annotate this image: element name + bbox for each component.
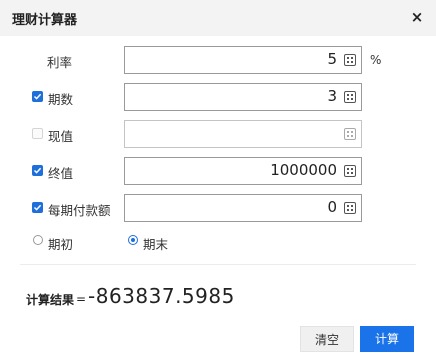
calculator-icon[interactable]	[344, 202, 356, 214]
periods-checkbox[interactable]	[32, 91, 43, 102]
close-icon[interactable]: ×	[410, 10, 424, 25]
calculate-button[interactable]: 计算	[360, 326, 414, 352]
calculator-icon[interactable]	[344, 54, 356, 66]
present-value-checkbox[interactable]	[32, 128, 43, 139]
future-value-row: 终值 1000000	[0, 157, 436, 185]
divider	[20, 264, 416, 265]
result-label: 计算结果	[26, 293, 75, 307]
calculator-icon[interactable]	[344, 128, 356, 140]
periods-input[interactable]: 3	[124, 83, 362, 111]
radio-period-start[interactable]	[33, 235, 43, 245]
payment-input[interactable]: 0	[124, 194, 362, 222]
present-value-row: 现值	[0, 120, 436, 148]
payment-label: 每期付款额	[48, 203, 111, 218]
calculator-icon[interactable]	[344, 91, 356, 103]
rate-input[interactable]: 5	[124, 46, 362, 74]
radio-period-end[interactable]	[128, 235, 138, 245]
future-value-input[interactable]: 1000000	[124, 157, 362, 185]
radio-period-end-label: 期末	[143, 237, 169, 252]
dialog-title: 理财计算器	[12, 13, 78, 28]
dialog-titlebar: 理财计算器 ×	[0, 0, 436, 36]
periods-label: 期数	[48, 92, 74, 107]
result-value: -863837.5985	[88, 284, 235, 308]
calculator-icon[interactable]	[344, 165, 356, 177]
timing-row: 期初 期末	[0, 228, 436, 256]
future-value-value: 1000000	[270, 161, 337, 179]
rate-label: 利率	[47, 55, 73, 70]
rate-row: 利率 5 %	[0, 46, 436, 74]
present-value-input[interactable]	[124, 120, 362, 148]
payment-checkbox[interactable]	[32, 202, 43, 213]
clear-button[interactable]: 清空	[300, 326, 354, 352]
present-value-label: 现值	[48, 129, 74, 144]
radio-period-start-label: 期初	[48, 237, 74, 252]
rate-value: 5	[327, 50, 337, 68]
future-value-label: 终值	[48, 166, 74, 181]
result-equals: =	[76, 292, 87, 306]
payment-value: 0	[327, 198, 337, 216]
payment-row: 每期付款额 0	[0, 194, 436, 222]
periods-row: 期数 3	[0, 83, 436, 111]
future-value-checkbox[interactable]	[32, 165, 43, 176]
rate-unit: %	[370, 53, 382, 67]
periods-value: 3	[327, 87, 337, 105]
